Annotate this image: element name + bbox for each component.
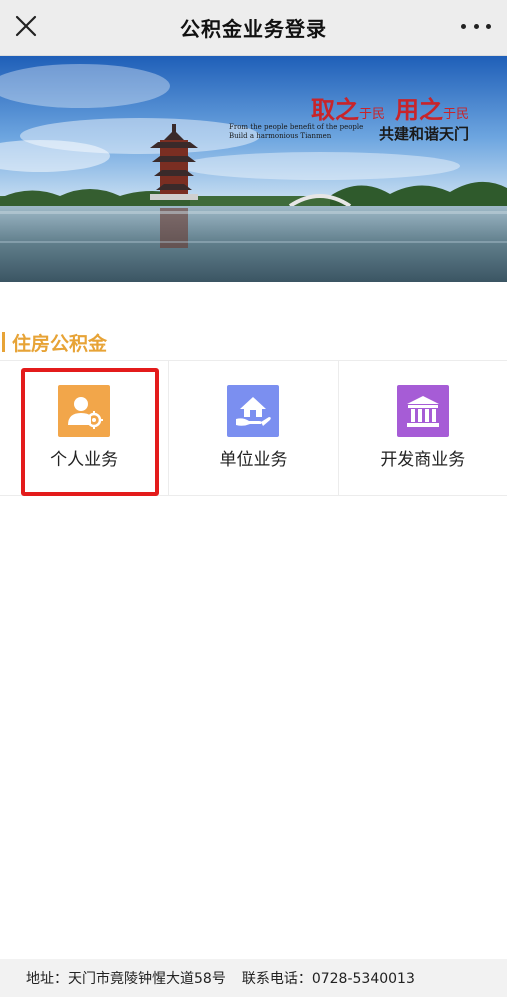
- slogan-english-1: From the people benefit of the people: [229, 123, 364, 131]
- more-dots-icon[interactable]: [461, 14, 491, 38]
- banner-image: 取之于民 用之于民 From the people benefit of the …: [0, 56, 507, 282]
- slogan-big-2: 用之: [394, 95, 443, 124]
- bank-building-icon: [396, 385, 449, 437]
- banner-slogan: 取之于民 用之于民 From the people benefit of the …: [229, 90, 469, 150]
- page-title: 公积金业务登录: [180, 17, 327, 41]
- slogan-chinese: 共建和谐天门: [378, 125, 469, 143]
- footer-phone: 联系电话：0728-5340013: [241, 971, 415, 987]
- slogan-small-2: 于民: [442, 107, 469, 122]
- slogan-main: 取之于民 用之于民: [311, 90, 469, 125]
- developer-business-tile[interactable]: 开发商业务: [339, 361, 507, 495]
- top-navbar: 公积金业务登录: [0, 0, 507, 56]
- unit-business-label: 单位业务: [219, 450, 288, 470]
- slogan-english: From the people benefit of the people Bu…: [229, 123, 363, 141]
- section-accent-bar: [2, 332, 5, 352]
- page: 公积金业务登录 取之于民 用之于民 From the people benefi…: [0, 0, 507, 997]
- unit-business-tile[interactable]: 单位业务: [169, 361, 339, 495]
- service-grid: 个人业务 单位业务 开发商业务: [0, 360, 507, 496]
- developer-business-label: 开发商业务: [380, 450, 466, 470]
- slogan-english-2: Build a harmonious Tianmen: [229, 132, 332, 140]
- footer-address: 地址：天门市竟陵钟惺大道58号: [26, 971, 226, 987]
- slogan-big-1: 取之: [310, 95, 359, 124]
- personal-user-gear-icon: [58, 385, 111, 437]
- close-icon[interactable]: [14, 14, 38, 38]
- footer: 地址：天门市竟陵钟惺大道58号 联系电话：0728-5340013: [0, 959, 507, 997]
- hand-house-icon: [227, 385, 280, 437]
- section-title: 住房公积金: [12, 332, 108, 355]
- personal-business-label: 个人业务: [50, 450, 119, 470]
- slogan-small-1: 于民: [358, 107, 385, 122]
- personal-business-tile[interactable]: 个人业务: [0, 361, 170, 495]
- section-heading: 住房公积金: [2, 330, 108, 355]
